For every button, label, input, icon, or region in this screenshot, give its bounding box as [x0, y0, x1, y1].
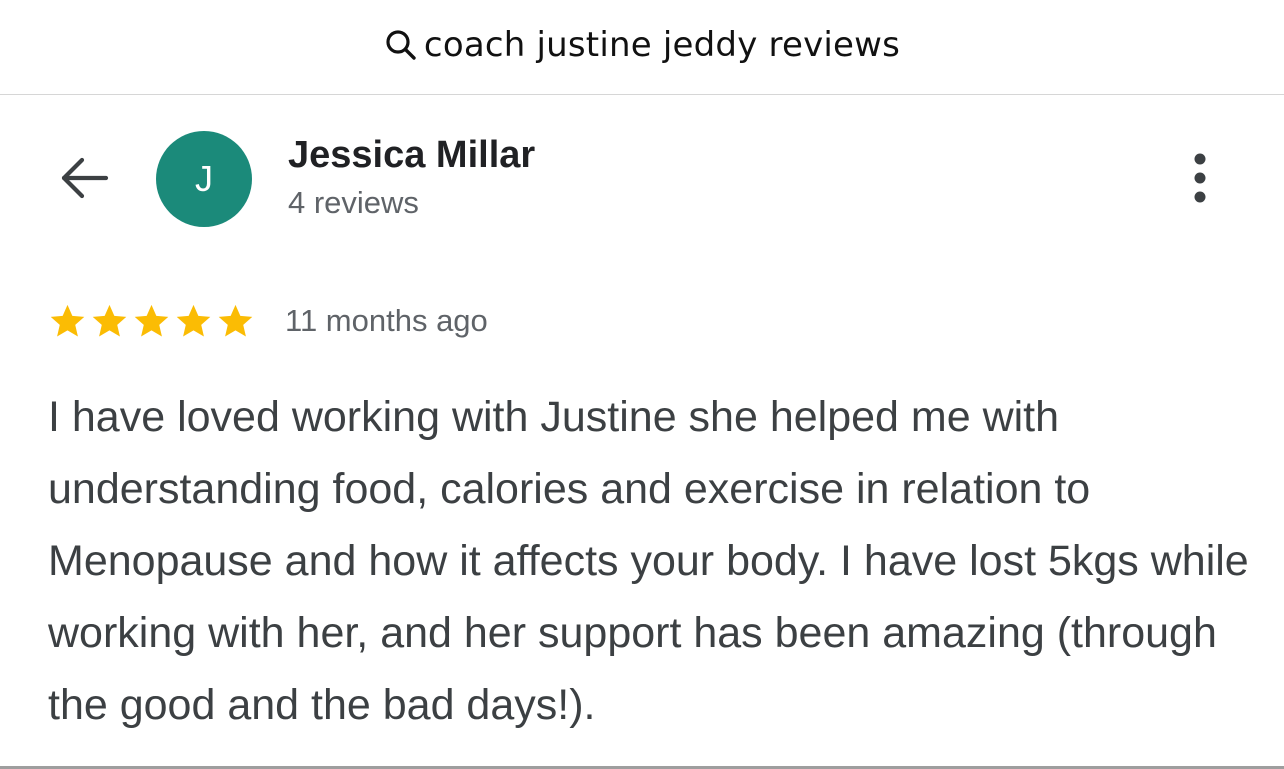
- more-options-button[interactable]: [1178, 148, 1222, 212]
- review-text: I have loved working with Justine she he…: [48, 393, 1249, 729]
- star-icon: [216, 302, 255, 340]
- arrow-back-icon: [58, 156, 110, 205]
- star-icon: [90, 302, 129, 340]
- more-vert-icon: [1193, 152, 1207, 209]
- star-icon: [132, 302, 171, 340]
- rating-row: 11 months ago: [48, 298, 488, 344]
- search-query-text: coach justine jeddy reviews: [423, 25, 901, 65]
- star-icon: [174, 302, 213, 340]
- search-icon: [384, 28, 418, 62]
- reviewer-name[interactable]: Jessica Millar: [288, 134, 535, 177]
- star-rating: [48, 302, 255, 340]
- back-button[interactable]: [54, 150, 114, 210]
- reviewer-review-count: 4 reviews: [288, 185, 419, 220]
- review-time: 11 months ago: [285, 303, 488, 338]
- star-icon: [48, 302, 87, 340]
- avatar[interactable]: J: [156, 131, 252, 227]
- avatar-initial: J: [195, 158, 213, 199]
- search-query-box[interactable]: coach justine jeddy reviews: [384, 25, 900, 65]
- search-bar[interactable]: coach justine jeddy reviews: [0, 0, 1284, 95]
